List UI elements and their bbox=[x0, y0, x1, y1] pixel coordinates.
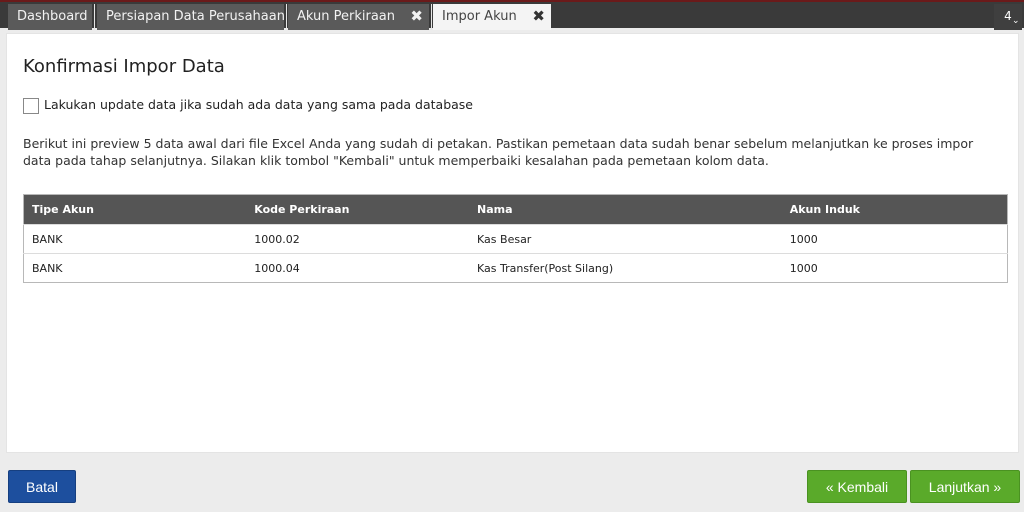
tab-count: 4 bbox=[1004, 9, 1012, 23]
close-icon[interactable]: ✖ bbox=[532, 4, 545, 29]
tab-impor-akun[interactable]: Impor Akun ✖ bbox=[433, 4, 551, 30]
continue-button[interactable]: Lanjutkan » bbox=[910, 470, 1020, 503]
tab-persiapan-data-perusahaan[interactable]: Persiapan Data Perusahaan bbox=[97, 4, 284, 30]
tab-divider bbox=[286, 4, 287, 30]
table-cell: Kas Besar bbox=[469, 224, 782, 254]
tab-akun-perkiraan[interactable]: Akun Perkiraan ✖ bbox=[288, 4, 429, 30]
table-cell: BANK bbox=[23, 224, 247, 254]
table-cell: Kas Transfer(Post Silang) bbox=[469, 253, 782, 283]
tab-label: Impor Akun bbox=[442, 9, 517, 24]
chevron-down-icon: ⌄ bbox=[1012, 16, 1020, 26]
tab-divider bbox=[431, 4, 432, 30]
tab-divider bbox=[94, 4, 95, 30]
column-header: Kode Perkiraan bbox=[254, 203, 350, 216]
update-checkbox-label[interactable]: Lakukan update data jika sudah ada data … bbox=[44, 97, 473, 112]
column-header: Tipe Akun bbox=[32, 203, 94, 216]
preview-description: Berikut ini preview 5 data awal dari fil… bbox=[23, 136, 974, 168]
tab-label: Akun Perkiraan bbox=[297, 9, 396, 24]
tab-label: Dashboard bbox=[17, 9, 88, 24]
table-cell: 1000 bbox=[781, 253, 1008, 283]
preview-table: Tipe Akun Kode Perkiraan Nama Akun Induk… bbox=[23, 194, 1008, 283]
tab-bar: Dashboard Persiapan Data Perusahaan Akun… bbox=[0, 0, 1024, 30]
column-header: Nama bbox=[477, 203, 513, 216]
tab-dashboard[interactable]: Dashboard bbox=[8, 4, 92, 30]
update-checkbox[interactable] bbox=[23, 98, 39, 114]
table-cell: 1000.02 bbox=[246, 224, 470, 254]
page-title: Konfirmasi Impor Data bbox=[23, 56, 225, 77]
import-confirmation-panel: Konfirmasi Impor Data Lakukan update dat… bbox=[6, 33, 1019, 453]
close-icon[interactable]: ✖ bbox=[410, 4, 423, 29]
table-row: BANK 1000.04 Kas Transfer(Post Silang) 1… bbox=[23, 253, 1008, 283]
back-button[interactable]: « Kembali bbox=[807, 470, 907, 503]
table-header-row: Tipe Akun Kode Perkiraan Nama Akun Induk bbox=[23, 194, 1008, 225]
cancel-button[interactable]: Batal bbox=[8, 470, 76, 503]
tab-overflow-menu[interactable]: 4 ⌄ bbox=[994, 4, 1022, 30]
tab-label: Persiapan Data Perusahaan bbox=[106, 9, 284, 24]
table-cell: BANK bbox=[23, 253, 247, 283]
column-header: Akun Induk bbox=[789, 203, 860, 216]
table-cell: 1000.04 bbox=[246, 253, 470, 283]
table-row: BANK 1000.02 Kas Besar 1000 bbox=[23, 224, 1008, 254]
table-cell: 1000 bbox=[781, 224, 1008, 254]
